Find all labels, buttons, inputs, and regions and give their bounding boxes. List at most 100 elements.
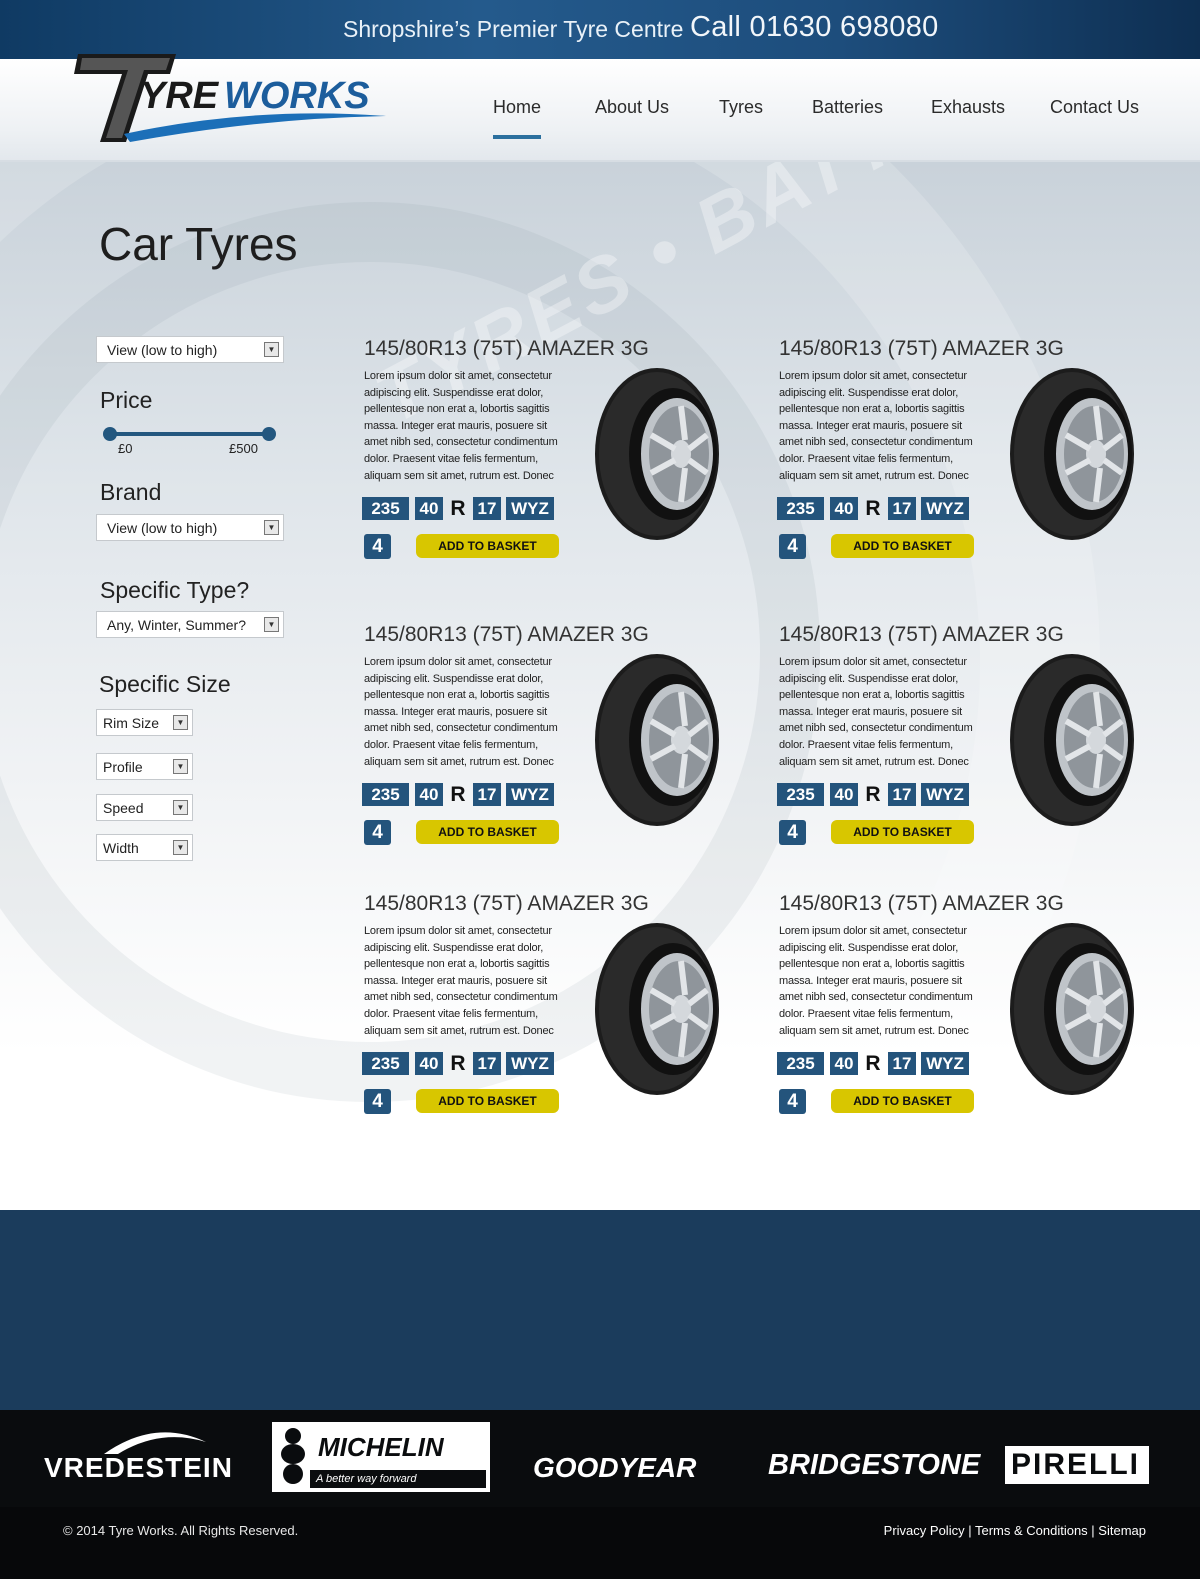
price-slider-track[interactable] (110, 432, 269, 436)
product-title[interactable]: 145/80R13 (75T) AMAZER 3G (779, 892, 1064, 916)
tyre-image-svg (595, 368, 719, 540)
logo-text-works: WORKS (224, 75, 370, 117)
nav-tyres[interactable]: Tyres (719, 97, 763, 118)
rim-size-select[interactable]: Rim Size ▼ (96, 709, 193, 736)
michelin-man-icon (281, 1428, 305, 1484)
logo-text-yre: YRE (140, 75, 220, 117)
quantity-badge[interactable]: 4 (779, 820, 806, 845)
footer: © 2014 Tyre Works. All Rights Reserved. … (0, 1507, 1200, 1579)
width-select[interactable]: Width ▼ (96, 834, 193, 861)
product-title[interactable]: 145/80R13 (75T) AMAZER 3G (779, 623, 1064, 647)
spec-rim: 17 (888, 783, 916, 806)
tyre-image-svg (1010, 923, 1134, 1095)
product-description: Lorem ipsum dolor sit amet, consectetur … (779, 656, 973, 768)
nav-batteries[interactable]: Batteries (812, 97, 883, 118)
spec-width: 235 (777, 1052, 824, 1075)
spec-rim: 17 (473, 497, 501, 520)
spec-rim: 17 (888, 497, 916, 520)
michelin-logo-box[interactable]: MICHELIN A better way forward (272, 1422, 490, 1492)
spec-profile: 40 (830, 1052, 858, 1075)
nav-home[interactable]: Home (493, 97, 542, 139)
phone-number[interactable]: Call 01630 698080 (690, 11, 939, 44)
brand-bridgestone[interactable]: BRIDGESTONE (768, 1449, 980, 1482)
quantity-badge[interactable]: 4 (364, 534, 391, 559)
tyre-image[interactable] (589, 651, 724, 829)
pirelli-logo-box[interactable]: PIRELLI (1005, 1446, 1149, 1484)
spec-profile: 40 (415, 1052, 443, 1075)
nav-contact-us[interactable]: Contact Us (1050, 97, 1139, 118)
spec-construction: R (450, 783, 466, 806)
quantity-badge[interactable]: 4 (779, 1089, 806, 1114)
profile-select[interactable]: Profile ▼ (96, 753, 193, 780)
price-slider-max-handle[interactable] (262, 427, 276, 441)
brand-select[interactable]: View (low to high) ▼ (96, 514, 284, 541)
tyre-image[interactable] (1004, 651, 1139, 829)
product-title[interactable]: 145/80R13 (75T) AMAZER 3G (779, 337, 1064, 361)
spec-profile: 40 (415, 497, 443, 520)
tyre-image-svg (595, 654, 719, 826)
price-min-value: £0 (118, 441, 133, 456)
product-card: 145/80R13 (75T) AMAZER 3G Lorem ipsum do… (777, 337, 1159, 577)
nav-about-us[interactable]: About Us (595, 97, 669, 118)
brand-goodyear[interactable]: GOODYEAR (533, 1452, 696, 1484)
brand-michelin: MICHELIN (318, 1432, 444, 1463)
brand-label: Brand (100, 479, 162, 505)
spec-rim: 17 (473, 783, 501, 806)
add-to-basket-button[interactable]: ADD TO BASKET (416, 820, 559, 844)
price-slider-min-handle[interactable] (103, 427, 117, 441)
profile-select-value: Profile (103, 759, 143, 775)
brand-vredestein[interactable]: VREDESTEIN (44, 1452, 233, 1484)
chevron-down-icon: ▼ (264, 520, 279, 535)
price-label: Price (100, 387, 153, 413)
add-to-basket-button[interactable]: ADD TO BASKET (831, 820, 974, 844)
spec-construction: R (865, 1052, 881, 1075)
quantity-badge[interactable]: 4 (364, 1089, 391, 1114)
tyre-image-svg (595, 923, 719, 1095)
product-title[interactable]: 145/80R13 (75T) AMAZER 3G (364, 337, 649, 361)
type-select-value: Any, Winter, Summer? (107, 617, 247, 633)
tyre-image[interactable] (1004, 365, 1139, 543)
add-to-basket-button[interactable]: ADD TO BASKET (831, 534, 974, 558)
spec-construction: R (450, 1052, 466, 1075)
quantity-badge[interactable]: 4 (364, 820, 391, 845)
vredestein-swoosh-icon (104, 1432, 206, 1454)
add-to-basket-button[interactable]: ADD TO BASKET (416, 1089, 559, 1113)
product-description: Lorem ipsum dolor sit amet, consectetur … (364, 370, 558, 482)
nav-exhausts[interactable]: Exhausts (931, 97, 1005, 118)
product-description: Lorem ipsum dolor sit amet, consectetur … (364, 925, 558, 1037)
add-to-basket-button[interactable]: ADD TO BASKET (831, 1089, 974, 1113)
spec-width: 235 (777, 497, 824, 520)
spec-construction: R (865, 497, 881, 520)
brand-pirelli: PIRELLI (1011, 1448, 1141, 1481)
product-title[interactable]: 145/80R13 (75T) AMAZER 3G (364, 623, 649, 647)
spec-speed: WYZ (506, 1052, 554, 1075)
terms-link[interactable]: Terms & Conditions (975, 1523, 1088, 1538)
product-title[interactable]: 145/80R13 (75T) AMAZER 3G (364, 892, 649, 916)
tyre-image-svg (1010, 654, 1134, 826)
spec-speed: WYZ (921, 497, 969, 520)
spec-speed: WYZ (921, 1052, 969, 1075)
product-description: Lorem ipsum dolor sit amet, consectetur … (779, 370, 973, 482)
chevron-down-icon: ▼ (173, 800, 188, 815)
speed-select[interactable]: Speed ▼ (96, 794, 193, 821)
type-select[interactable]: Any, Winter, Summer? ▼ (96, 611, 284, 638)
chevron-down-icon: ▼ (173, 840, 188, 855)
sort-select[interactable]: View (low to high) ▼ (96, 336, 284, 363)
tyre-image[interactable] (589, 920, 724, 1098)
size-label: Specific Size (99, 671, 231, 697)
quantity-badge[interactable]: 4 (779, 534, 806, 559)
tyre-image-svg (1010, 368, 1134, 540)
michelin-slogan: A better way forward (310, 1470, 486, 1488)
tyre-image[interactable] (1004, 920, 1139, 1098)
privacy-policy-link[interactable]: Privacy Policy (884, 1523, 965, 1538)
sitemap-link[interactable]: Sitemap (1098, 1523, 1146, 1538)
chevron-down-icon: ▼ (264, 342, 279, 357)
add-to-basket-button[interactable]: ADD TO BASKET (416, 534, 559, 558)
tagline: Shropshire’s Premier Tyre Centre (343, 16, 684, 42)
spec-width: 235 (362, 783, 409, 806)
tyre-image[interactable] (589, 365, 724, 543)
spec-profile: 40 (830, 497, 858, 520)
tyreworks-logo[interactable]: YRE WORKS (74, 50, 390, 150)
rim-size-select-value: Rim Size (103, 715, 160, 731)
footer-separator: | (964, 1523, 975, 1538)
